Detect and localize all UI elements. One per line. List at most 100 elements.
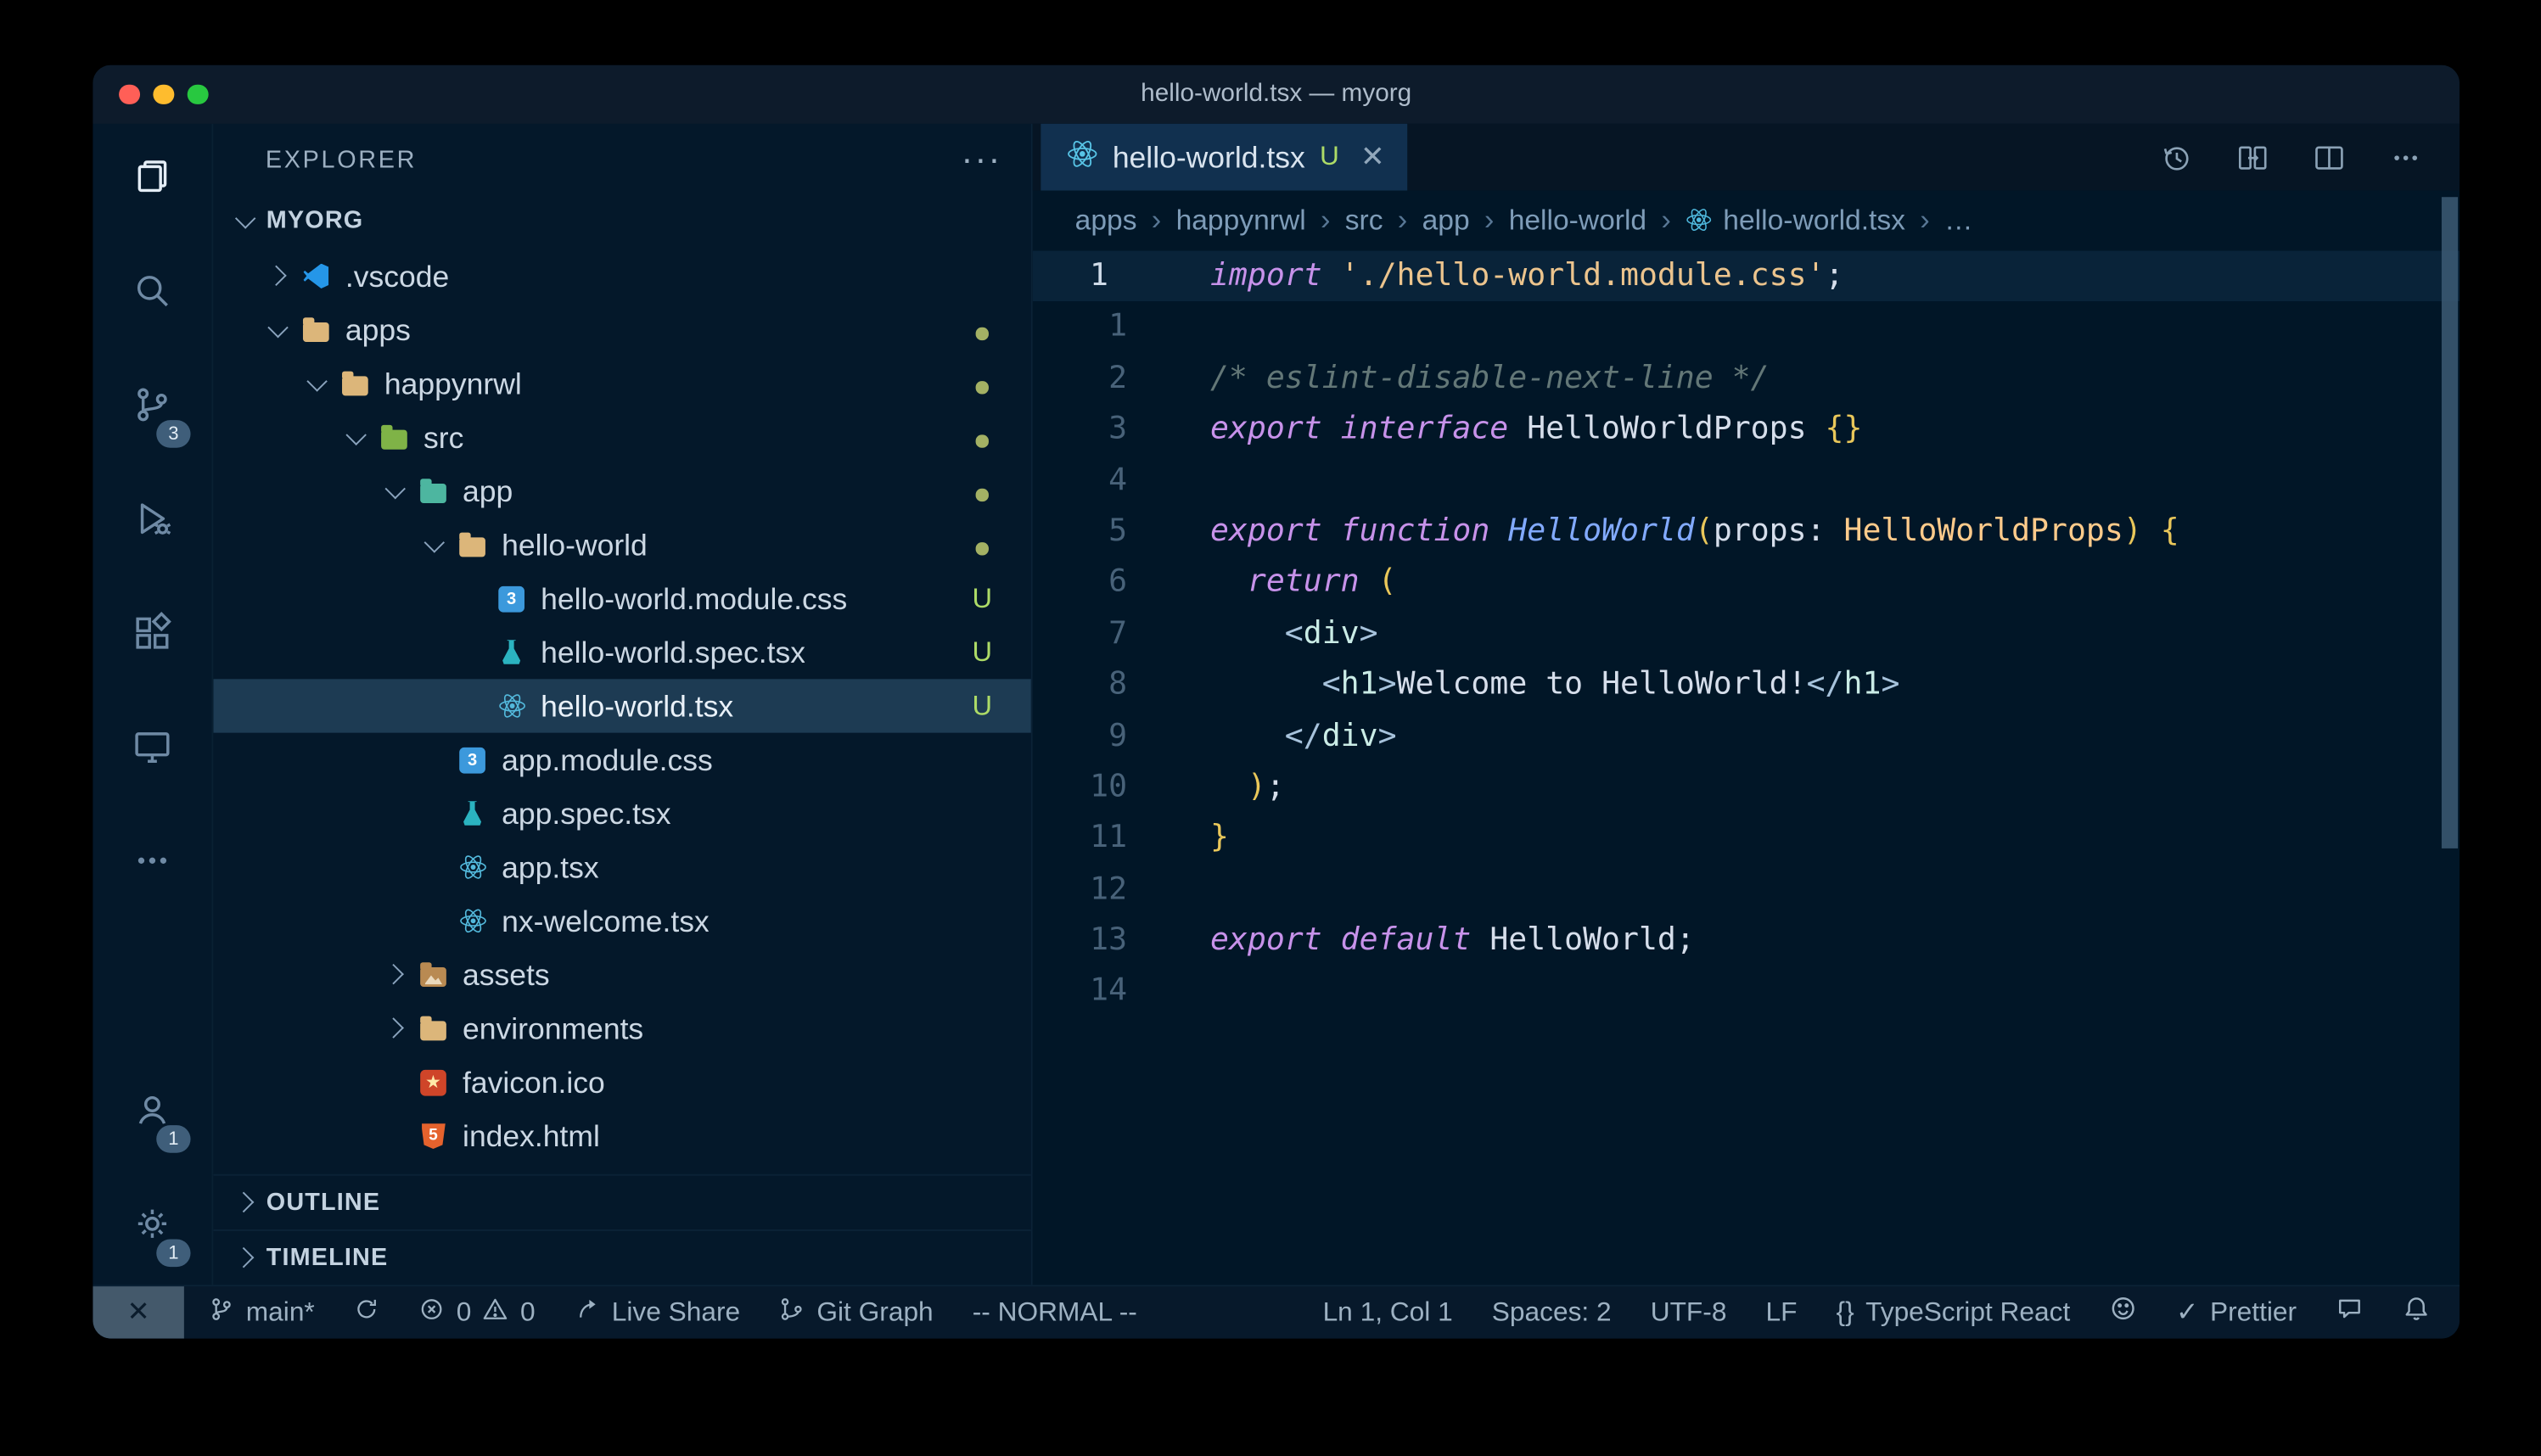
encoding-indicator[interactable]: UTF-8 (1651, 1297, 1727, 1328)
chevron-right-icon (233, 1193, 253, 1212)
tree-item-label: assets (463, 957, 550, 993)
breadcrumb-item-[interactable]: … (1944, 203, 1973, 237)
code-line: 8 <h1>Welcome to HelloWorld!</h1> (1033, 660, 2460, 711)
activity-explorer-button[interactable] (93, 124, 211, 238)
tree-item-nx-welcome-tsx[interactable]: nx-welcome.tsx (213, 894, 1030, 948)
tree-item-app-module-css[interactable]: 3app.module.css (213, 733, 1030, 787)
source-control-badge: 3 (156, 420, 190, 448)
workspace-section-label: MYORG (266, 207, 364, 235)
tab-close-button[interactable]: ✕ (1360, 140, 1385, 174)
code-line-text: } (1150, 813, 1229, 864)
tree-item-src[interactable]: src (213, 411, 1030, 464)
breadcrumb-item-happynrwl[interactable]: happynrwl (1176, 203, 1306, 237)
breadcrumb-item-app[interactable]: app (1422, 203, 1470, 237)
feedback-button[interactable] (2336, 1295, 2364, 1330)
prettier-indicator[interactable]: ✓ Prettier (2176, 1296, 2297, 1329)
activity-more-button[interactable] (93, 808, 211, 921)
breadcrumb-item-hello-world[interactable]: hello-world (1509, 203, 1646, 237)
eol-indicator[interactable]: LF (1766, 1297, 1798, 1328)
activity-source-control-button[interactable]: 3 (93, 352, 211, 466)
close-window-button[interactable] (119, 84, 139, 104)
react-file-icon (457, 853, 487, 882)
feedback-smiley-button[interactable] (2109, 1295, 2137, 1330)
chevron-down-icon (385, 479, 405, 498)
tree-item-hello-world-module-css[interactable]: 3hello-world.module.cssU (213, 572, 1030, 625)
tree-item-app[interactable]: app (213, 464, 1030, 518)
editor-scrollbar[interactable] (2442, 197, 2458, 848)
open-changes-icon[interactable] (2235, 139, 2270, 175)
explorer-tree: .vscodeappshappynrwlsrcapphello-world3he… (213, 246, 1030, 1174)
tree-item-hello-world[interactable]: hello-world (213, 518, 1030, 571)
tree-item-label: hello-world.spec.tsx (541, 635, 805, 670)
problems-indicator[interactable]: 0 0 (419, 1296, 536, 1330)
line-number: 11 (1033, 813, 1150, 864)
line-number: 6 (1033, 557, 1150, 608)
code-line-text: <h1>Welcome to HelloWorld!</h1> (1150, 660, 1899, 711)
code-line-text (1150, 302, 1210, 353)
editor-more-actions-icon[interactable] (2388, 139, 2424, 175)
sidebar-title: EXPLORER (266, 146, 417, 174)
tree-item-label: hello-world (502, 527, 648, 563)
activity-run-debug-button[interactable] (93, 466, 211, 580)
breadcrumb-item-apps[interactable]: apps (1075, 203, 1137, 237)
code-line: 9 </div> (1033, 711, 2460, 762)
vim-mode-indicator[interactable]: -- NORMAL -- (973, 1297, 1137, 1328)
tree-item-index-html[interactable]: 5index.html (213, 1109, 1030, 1162)
tree-item-vscode[interactable]: .vscode (213, 249, 1030, 303)
code-line-text: <div> (1150, 608, 1378, 659)
notifications-button[interactable] (2403, 1295, 2431, 1330)
remote-indicator[interactable]: ✕ (93, 1286, 183, 1338)
timeline-section-header[interactable]: TIMELINE (213, 1229, 1030, 1285)
language-mode-indicator[interactable]: {} TypeScript React (1837, 1297, 2071, 1328)
code-line: 2/* eslint-disable-next-line */ (1033, 353, 2460, 404)
folder-icon (340, 369, 370, 399)
outline-section-header[interactable]: OUTLINE (213, 1174, 1030, 1229)
cursor-position-indicator[interactable]: Ln 1, Col 1 (1323, 1297, 1453, 1328)
minimize-window-button[interactable] (153, 84, 173, 104)
activity-remote-explorer-button[interactable] (93, 694, 211, 808)
editor-actions (2158, 124, 2460, 191)
history-icon[interactable] (2158, 139, 2194, 175)
git-graph-button[interactable]: Git Graph (779, 1296, 933, 1330)
tree-item-favicon-ico[interactable]: ★favicon.ico (213, 1056, 1030, 1109)
indentation-indicator[interactable]: Spaces: 2 (1492, 1297, 1612, 1328)
activity-accounts-button[interactable]: 1 (93, 1057, 211, 1171)
split-editor-icon[interactable] (2311, 139, 2347, 175)
test-file-icon (496, 637, 526, 667)
tree-item-assets[interactable]: assets (213, 948, 1030, 1001)
tree-item-app-tsx[interactable]: app.tsx (213, 840, 1030, 893)
code-line-text: export default HelloWorld; (1150, 916, 1695, 966)
activity-extensions-button[interactable] (93, 580, 211, 693)
tree-item-environments[interactable]: environments (213, 1001, 1030, 1055)
live-share-button[interactable]: Live Share (575, 1296, 741, 1330)
react-icon (1067, 137, 1097, 176)
breadcrumb-separator: › (1152, 203, 1162, 237)
breadcrumb-item-src[interactable]: src (1345, 203, 1383, 237)
activity-settings-button[interactable]: 1 (93, 1171, 211, 1285)
workspace-section-header[interactable]: MYORG (213, 195, 1030, 245)
tree-item-hello-world-spec-tsx[interactable]: hello-world.spec.tsxU (213, 625, 1030, 679)
activity-search-button[interactable] (93, 238, 211, 351)
code-line-text: return ( (1150, 557, 1397, 608)
breadcrumb-separator: › (1484, 203, 1495, 237)
explorer-sidebar: EXPLORER ··· MYORG .vscodeappshappynrwls… (213, 124, 1032, 1285)
modified-dot (976, 381, 988, 393)
tree-item-happynrwl[interactable]: happynrwl (213, 356, 1030, 410)
tree-item-hello-world-tsx[interactable]: hello-world.tsxU (213, 679, 1030, 732)
code-editor[interactable]: 1import './hello-world.module.css';12/* … (1033, 249, 2460, 1285)
tab-hello-world-tsx[interactable]: hello-world.tsx U ✕ (1041, 124, 1407, 191)
line-number: 1 (1033, 251, 1150, 302)
tree-item-app-spec-tsx[interactable]: app.spec.tsx (213, 787, 1030, 840)
code-line: 13export default HelloWorld; (1033, 916, 2460, 966)
explorer-more-actions-button[interactable]: ··· (961, 151, 1001, 167)
css3-file-icon: 3 (457, 745, 487, 775)
sync-button[interactable] (354, 1296, 380, 1330)
chevron-down-icon (268, 317, 288, 337)
line-number: 13 (1033, 916, 1150, 966)
code-line-text: import './hello-world.module.css'; (1150, 251, 1844, 302)
breadcrumb-label: src (1345, 203, 1383, 237)
zoom-window-button[interactable] (188, 84, 208, 104)
tree-item-apps[interactable]: apps (213, 303, 1030, 356)
breadcrumb-item-hello-world-tsx[interactable]: hello-world.tsx (1686, 203, 1905, 237)
git-branch-indicator[interactable]: main* (209, 1296, 315, 1330)
